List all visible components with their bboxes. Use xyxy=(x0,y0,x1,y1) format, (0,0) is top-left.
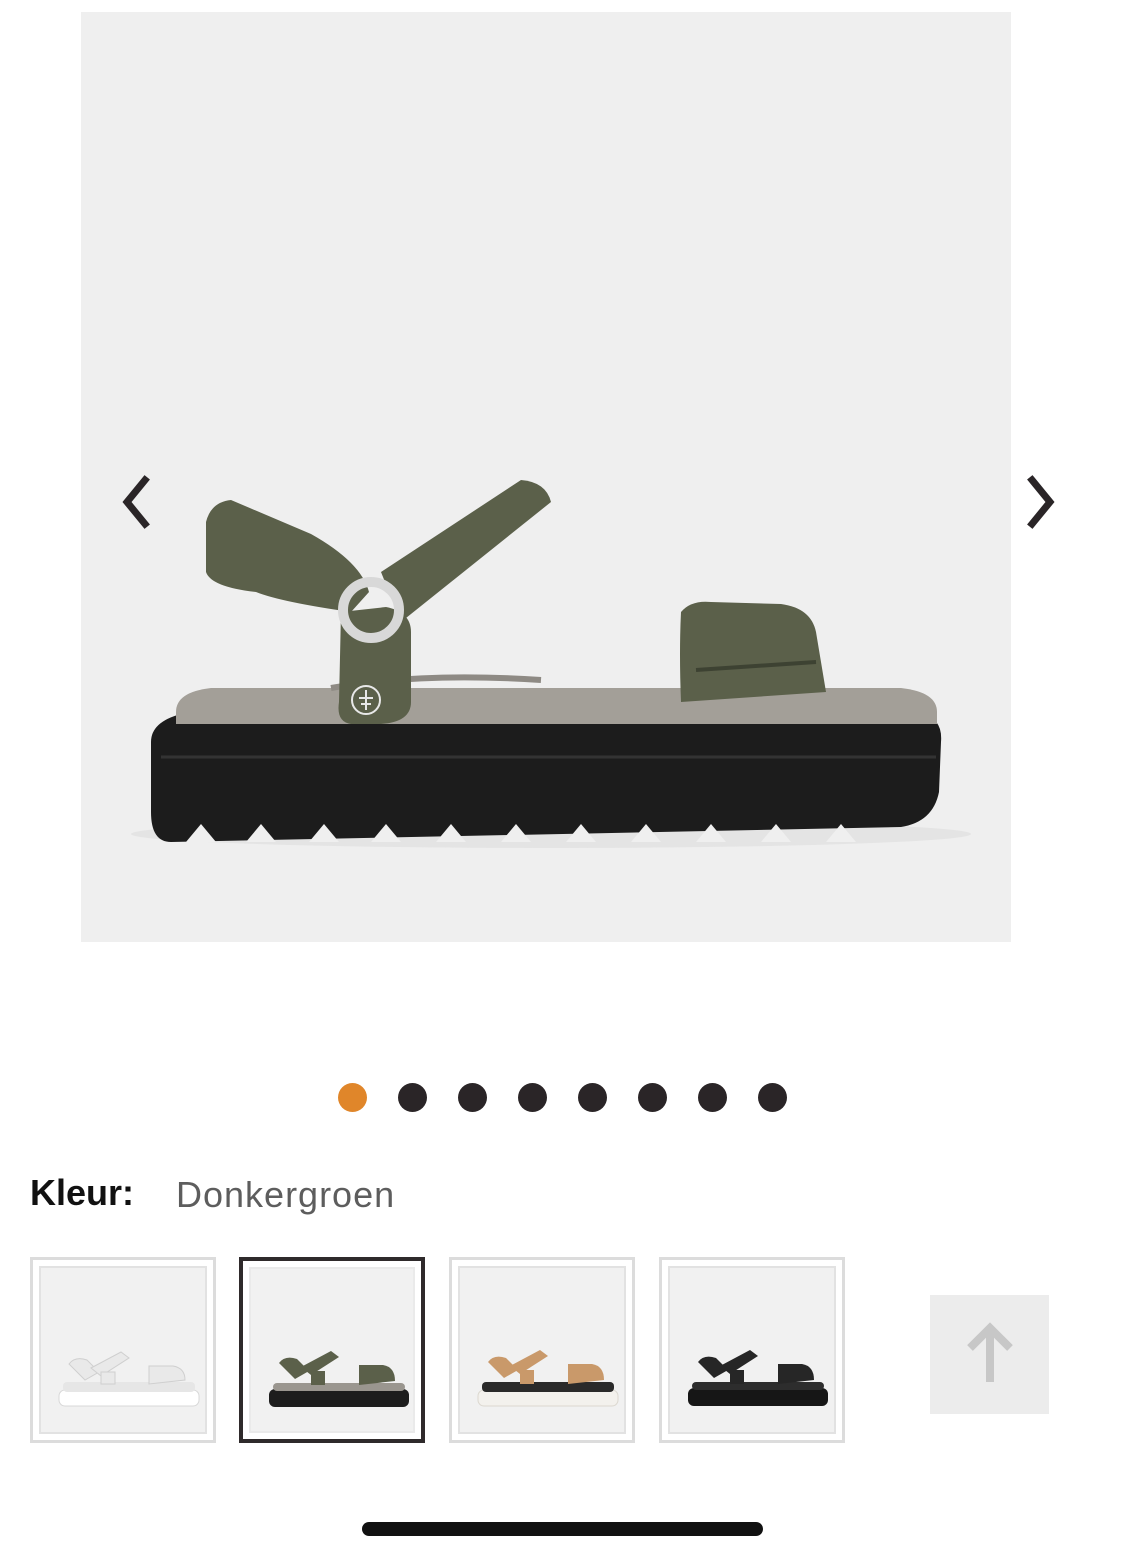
sandal-thumbnail xyxy=(58,1351,200,1407)
pagination-dot[interactable] xyxy=(517,1083,547,1112)
pagination-dot[interactable] xyxy=(457,1083,487,1112)
previous-image-button[interactable] xyxy=(105,472,165,532)
image-pagination xyxy=(0,1083,1124,1113)
swatch-black[interactable] xyxy=(659,1257,845,1443)
swatch-white[interactable] xyxy=(30,1257,216,1443)
arrow-up-icon xyxy=(966,1321,1013,1382)
home-indicator xyxy=(362,1522,763,1536)
scroll-to-top-button[interactable] xyxy=(930,1295,1049,1414)
sandal-thumbnail xyxy=(269,1351,409,1407)
next-image-button[interactable] xyxy=(1012,472,1072,532)
product-image[interactable] xyxy=(81,12,1011,942)
pagination-dot[interactable] xyxy=(757,1083,787,1112)
sandal-thumbnail xyxy=(477,1350,619,1407)
color-label: Kleur: xyxy=(30,1172,135,1213)
color-selection: Kleur: Donkergroen xyxy=(30,1172,394,1215)
sandal-image xyxy=(131,480,971,848)
chevron-left-icon xyxy=(122,475,150,529)
pagination-dot[interactable] xyxy=(397,1083,427,1112)
pagination-dot[interactable] xyxy=(697,1083,727,1112)
swatch-bg xyxy=(458,1266,626,1434)
sandal-thumbnail xyxy=(688,1350,828,1406)
swatch-dark-green[interactable] xyxy=(239,1257,425,1443)
pagination-dot[interactable] xyxy=(577,1083,607,1112)
chevron-right-icon xyxy=(1027,475,1055,529)
swatch-brown[interactable] xyxy=(449,1257,635,1443)
swatch-bg xyxy=(668,1266,836,1434)
swatch-bg xyxy=(39,1266,207,1434)
pagination-dot[interactable] xyxy=(337,1083,367,1112)
pagination-dot[interactable] xyxy=(637,1083,667,1112)
color-value: Donkergroen xyxy=(176,1174,396,1215)
swatch-bg xyxy=(249,1267,415,1433)
